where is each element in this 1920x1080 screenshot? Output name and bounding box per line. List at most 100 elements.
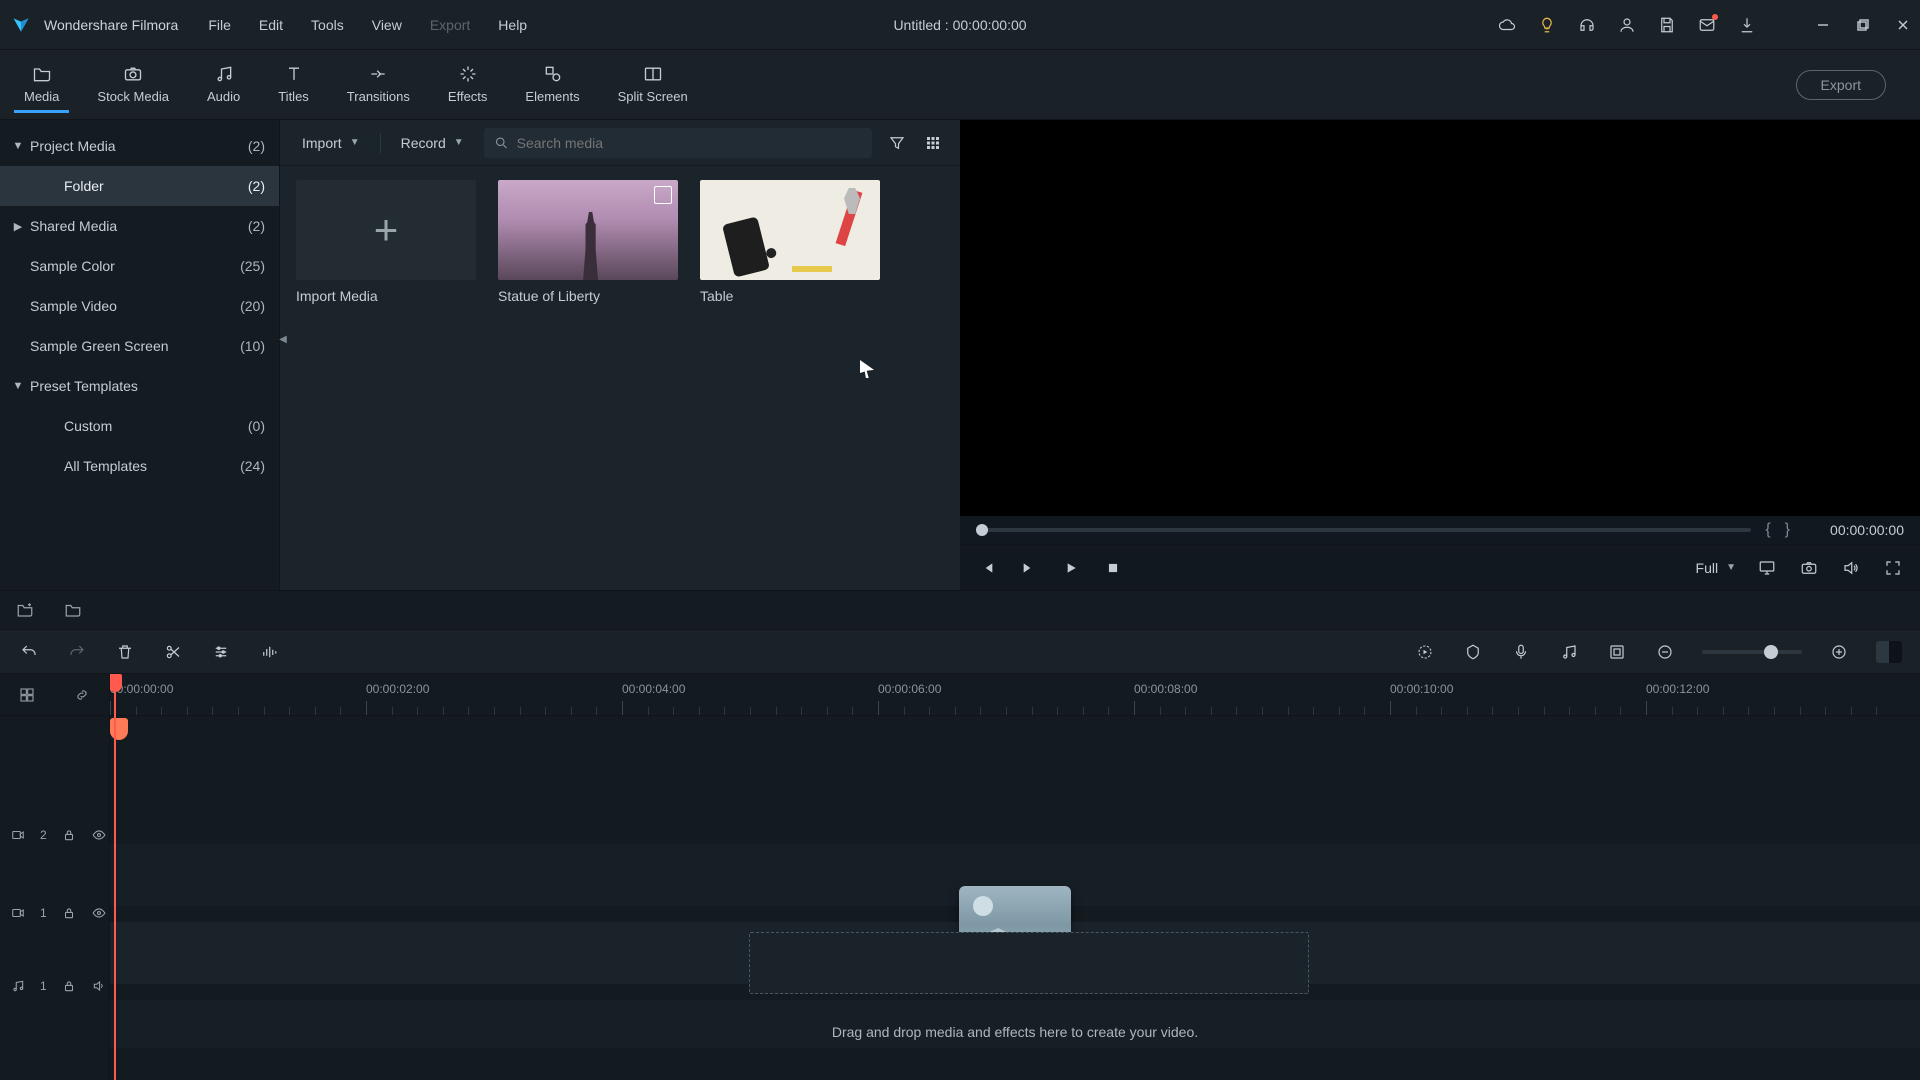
media-item-import-media[interactable]: +Import Media bbox=[296, 180, 476, 304]
next-frame-button[interactable] bbox=[1018, 557, 1040, 579]
audio-mix-icon[interactable] bbox=[258, 641, 280, 663]
redo-icon[interactable] bbox=[66, 641, 88, 663]
mark-out-button[interactable]: } bbox=[1785, 521, 1790, 539]
headset-icon[interactable] bbox=[1578, 16, 1596, 34]
sparkle-icon bbox=[457, 63, 479, 85]
eye-icon[interactable] bbox=[91, 827, 107, 843]
caret-icon: ▼ bbox=[10, 380, 26, 392]
cloud-icon[interactable] bbox=[1498, 16, 1516, 34]
edit-properties-icon[interactable] bbox=[210, 641, 232, 663]
sidebar-item-sample-color[interactable]: Sample Color (25) bbox=[0, 246, 279, 286]
lock-icon[interactable] bbox=[61, 827, 77, 843]
voiceover-icon[interactable] bbox=[1510, 641, 1532, 663]
preview-scrubber[interactable] bbox=[976, 528, 1751, 532]
menu-file[interactable]: File bbox=[208, 17, 231, 33]
ruler-tick-label: 00:00:02:00 bbox=[366, 682, 429, 696]
tab-transitions[interactable]: Transitions bbox=[337, 57, 420, 113]
volume-icon[interactable] bbox=[1840, 557, 1862, 579]
media-thumbnail[interactable] bbox=[498, 180, 678, 280]
account-icon[interactable] bbox=[1618, 16, 1636, 34]
display-settings-icon[interactable] bbox=[1756, 557, 1778, 579]
tab-audio-label: Audio bbox=[207, 89, 240, 104]
prev-frame-button[interactable] bbox=[976, 557, 998, 579]
menu-view[interactable]: View bbox=[372, 17, 402, 33]
sidebar-item-custom[interactable]: Custom (0) bbox=[0, 406, 279, 446]
zoom-fit-toggle[interactable] bbox=[1876, 641, 1902, 663]
playback-quality-dropdown[interactable]: Full▼ bbox=[1696, 560, 1736, 576]
menu-export[interactable]: Export bbox=[430, 17, 470, 33]
folder-icon bbox=[31, 63, 53, 85]
mute-icon[interactable] bbox=[91, 978, 107, 994]
media-item-statue-of-liberty[interactable]: Statue of Liberty bbox=[498, 180, 678, 304]
sidebar-item-shared-media[interactable]: ▶ Shared Media (2) bbox=[0, 206, 279, 246]
playhead[interactable] bbox=[114, 674, 116, 1080]
eye-icon[interactable] bbox=[91, 905, 107, 921]
save-icon[interactable] bbox=[1658, 16, 1676, 34]
menu-edit[interactable]: Edit bbox=[259, 17, 283, 33]
tab-titles[interactable]: Titles bbox=[268, 57, 319, 113]
media-thumbnail[interactable] bbox=[700, 180, 880, 280]
sidebar-item-project-media[interactable]: ▼ Project Media (2) bbox=[0, 126, 279, 166]
window-minimize[interactable] bbox=[1814, 16, 1832, 34]
export-button[interactable]: Export bbox=[1796, 70, 1886, 100]
tab-elements[interactable]: Elements bbox=[515, 57, 589, 113]
tab-stock-media[interactable]: Stock Media bbox=[87, 57, 179, 113]
track-head-audio-1[interactable]: 1 bbox=[0, 952, 109, 1020]
new-folder-icon[interactable] bbox=[14, 599, 36, 621]
timeline-ruler[interactable]: 00:00:00:0000:00:02:0000:00:04:0000:00:0… bbox=[110, 674, 1920, 716]
import-dropdown[interactable]: Import▼ bbox=[296, 131, 366, 155]
lock-icon[interactable] bbox=[61, 905, 77, 921]
sidebar-item-all-templates[interactable]: All Templates (24) bbox=[0, 446, 279, 486]
preview-viewport[interactable] bbox=[960, 120, 1920, 516]
menu-help[interactable]: Help bbox=[498, 17, 527, 33]
crop-icon[interactable] bbox=[1606, 641, 1628, 663]
collapse-sidebar-handle[interactable]: ◀ bbox=[278, 330, 288, 348]
sidebar-item-sample-video[interactable]: Sample Video (20) bbox=[0, 286, 279, 326]
manage-tracks-icon[interactable] bbox=[16, 684, 38, 706]
render-preview-icon[interactable] bbox=[1414, 641, 1436, 663]
mixer-icon[interactable] bbox=[1558, 641, 1580, 663]
marker-icon[interactable] bbox=[1462, 641, 1484, 663]
zoom-slider[interactable] bbox=[1702, 650, 1802, 654]
tab-effects[interactable]: Effects bbox=[438, 57, 498, 113]
download-icon[interactable] bbox=[1738, 16, 1756, 34]
window-maximize[interactable] bbox=[1854, 16, 1872, 34]
link-tracks-icon[interactable] bbox=[71, 684, 93, 706]
tab-split-screen[interactable]: Split Screen bbox=[608, 57, 698, 113]
stop-button[interactable] bbox=[1102, 557, 1124, 579]
sidebar-item-folder[interactable]: Folder (2) bbox=[0, 166, 279, 206]
search-media[interactable] bbox=[484, 128, 872, 158]
import-thumb[interactable]: + bbox=[296, 180, 476, 280]
media-item-table[interactable]: Table bbox=[700, 180, 880, 304]
fullscreen-icon[interactable] bbox=[1882, 557, 1904, 579]
lock-icon[interactable] bbox=[61, 978, 77, 994]
idea-icon[interactable] bbox=[1538, 16, 1556, 34]
timeline-drop-area[interactable]: Drag and drop media and effects here to … bbox=[470, 886, 1560, 1080]
menu-tools[interactable]: Tools bbox=[311, 17, 344, 33]
sidebar-item-preset-templates[interactable]: ▼ Preset Templates bbox=[0, 366, 279, 406]
drop-target-outline bbox=[749, 932, 1309, 994]
filter-icon[interactable] bbox=[886, 132, 908, 154]
zoom-out-icon[interactable] bbox=[1654, 641, 1676, 663]
search-input[interactable] bbox=[517, 135, 862, 151]
delete-icon[interactable] bbox=[114, 641, 136, 663]
tab-media[interactable]: Media bbox=[14, 57, 69, 113]
window-close[interactable] bbox=[1894, 16, 1912, 34]
record-dropdown[interactable]: Record▼ bbox=[395, 131, 470, 155]
split-clip-icon[interactable] bbox=[162, 641, 184, 663]
grid-view-icon[interactable] bbox=[922, 132, 944, 154]
mark-in-button[interactable]: { bbox=[1765, 521, 1770, 539]
snapshot-icon[interactable] bbox=[1798, 557, 1820, 579]
track-head-video-1[interactable]: 1 bbox=[0, 874, 109, 952]
sidebar-item-sample-green-screen[interactable]: Sample Green Screen (10) bbox=[0, 326, 279, 366]
track-head-video-2[interactable]: 2 bbox=[0, 796, 109, 874]
message-icon[interactable] bbox=[1698, 16, 1716, 34]
undo-icon[interactable] bbox=[18, 641, 40, 663]
tab-audio[interactable]: Audio bbox=[197, 57, 250, 113]
play-button[interactable] bbox=[1060, 557, 1082, 579]
chevron-down-icon: ▼ bbox=[1726, 562, 1736, 573]
zoom-in-icon[interactable] bbox=[1828, 641, 1850, 663]
open-folder-icon[interactable] bbox=[62, 599, 84, 621]
timeline-marker[interactable] bbox=[110, 718, 128, 740]
split-icon bbox=[642, 63, 664, 85]
